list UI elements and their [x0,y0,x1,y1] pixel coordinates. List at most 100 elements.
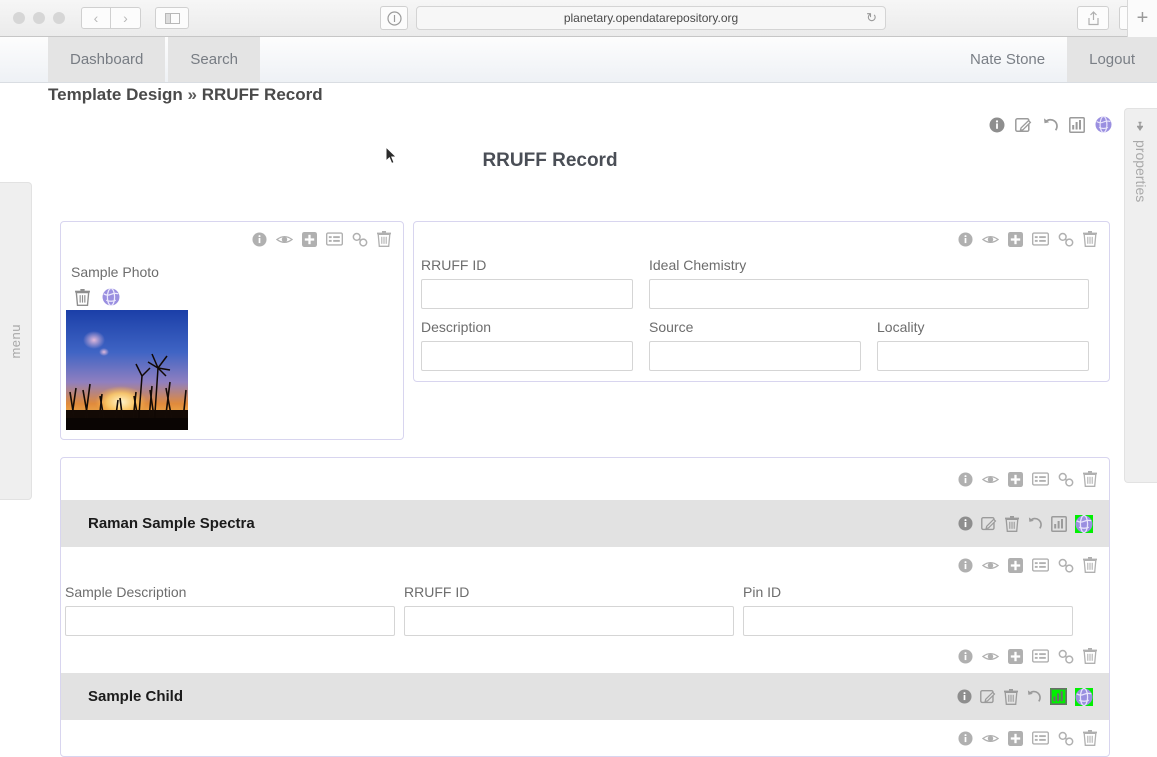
field-input-locality[interactable] [877,341,1089,371]
maximize-window-button[interactable] [53,12,65,24]
plus-icon[interactable] [1008,471,1023,487]
field-group-locality: Locality [877,319,1089,371]
trash-icon[interactable] [75,288,90,306]
close-window-button[interactable] [13,12,25,24]
edit-icon[interactable] [981,516,997,531]
plus-icon[interactable] [1008,557,1023,573]
info-icon[interactable] [958,516,973,531]
info-icon[interactable] [958,231,973,247]
share-button[interactable] [1077,6,1109,30]
trash-icon[interactable] [1004,688,1018,705]
eye-icon[interactable] [982,650,999,663]
chart-icon[interactable] [1050,688,1067,705]
field-input-source[interactable] [649,341,861,371]
field-input-raman-rruff-id[interactable] [404,606,734,636]
edit-icon[interactable] [1015,117,1032,133]
nav-right-group: Nate Stone Logout [948,37,1157,82]
link-icon[interactable] [1058,649,1074,664]
user-menu[interactable]: Nate Stone [948,37,1067,82]
link-icon[interactable] [1058,232,1074,247]
info-icon[interactable] [958,557,973,573]
new-tab-button[interactable]: + [1127,0,1157,37]
trash-icon[interactable] [1005,515,1019,532]
list-icon[interactable] [1032,649,1049,663]
trash-icon[interactable] [1083,471,1097,487]
list-icon[interactable] [326,232,343,246]
info-icon[interactable] [958,648,973,664]
globe-icon[interactable] [1075,514,1093,533]
field-input-pin-id[interactable] [743,606,1073,636]
field-input-ideal-chemistry[interactable] [649,279,1089,309]
field-label-rruff-id: RRUFF ID [421,257,487,273]
field-input-sample-description[interactable] [65,606,395,636]
plus-icon[interactable] [1008,648,1023,664]
nav-tab-dashboard[interactable]: Dashboard [48,37,166,82]
plus-icon[interactable] [1008,730,1023,746]
menu-side-tab[interactable]: menu [0,182,32,500]
list-icon[interactable] [1032,558,1049,572]
info-icon[interactable] [958,730,973,746]
field-group-sample-description: Sample Description [65,584,395,636]
field-input-description[interactable] [421,341,633,371]
field-label-pin-id: Pin ID [743,584,782,600]
trash-icon[interactable] [1083,648,1097,664]
properties-side-tab[interactable]: properties [1124,108,1157,483]
chart-icon[interactable] [1069,116,1085,133]
sample-child-header[interactable]: Sample Child [61,673,1109,720]
sample-photo-thumbnail[interactable] [66,310,188,430]
link-icon[interactable] [1058,472,1074,487]
field-group-rruff-id: RRUFF ID [421,257,633,309]
eye-icon[interactable] [982,473,999,486]
trash-icon[interactable] [1083,557,1097,573]
eye-icon[interactable] [982,732,999,745]
record-toolbar [989,116,1112,133]
info-icon[interactable] [252,231,267,247]
edit-icon[interactable] [980,689,996,704]
user-name-label: Nate Stone [970,51,1046,68]
sample-photo-card-icons [252,231,391,247]
eye-icon[interactable] [982,559,999,572]
globe-icon[interactable] [102,288,120,306]
sample-photo-actions [75,288,120,306]
section-mid-icons-row [61,547,1109,584]
back-button[interactable]: ‹ [81,7,111,29]
trash-icon[interactable] [1083,730,1097,746]
field-input-rruff-id[interactable] [421,279,633,309]
minimize-window-button[interactable] [33,12,45,24]
address-bar[interactable]: planetary.opendatarepository.org ↻ [416,6,886,30]
sidebar-toggle-button[interactable] [155,7,189,29]
eye-icon[interactable] [276,233,293,246]
list-icon[interactable] [1032,731,1049,745]
reader-view-button[interactable] [380,6,408,30]
info-icon[interactable] [958,471,973,487]
link-icon[interactable] [1058,558,1074,573]
link-icon[interactable] [1058,731,1074,746]
pin-icon[interactable] [1135,121,1148,134]
nav-tab-search[interactable]: Search [168,37,260,82]
plus-icon[interactable] [1008,231,1023,247]
info-icon[interactable] [957,689,972,704]
logout-button[interactable]: Logout [1067,37,1157,82]
link-icon[interactable] [352,232,368,247]
chart-icon[interactable] [1051,515,1067,532]
globe-icon[interactable] [1075,687,1093,706]
trash-icon[interactable] [377,231,391,247]
undo-icon[interactable] [1042,117,1059,133]
plus-icon[interactable] [302,231,317,247]
breadcrumb-root[interactable]: Template Design [48,85,183,104]
section-bottom-icons [958,730,1097,746]
undo-icon[interactable] [1026,689,1042,704]
forward-button[interactable]: › [111,7,141,29]
logout-label: Logout [1089,51,1135,68]
undo-icon[interactable] [1027,516,1043,531]
info-icon[interactable] [989,117,1005,133]
globe-icon[interactable] [1095,116,1112,133]
trash-icon[interactable] [1083,231,1097,247]
list-icon[interactable] [1032,232,1049,246]
raman-section-header[interactable]: Raman Sample Spectra [61,500,1109,547]
eye-icon[interactable] [982,233,999,246]
sample-child-header-icons [957,687,1093,706]
raman-section-header-icons [958,514,1093,533]
reload-icon[interactable]: ↻ [866,10,877,26]
list-icon[interactable] [1032,472,1049,486]
